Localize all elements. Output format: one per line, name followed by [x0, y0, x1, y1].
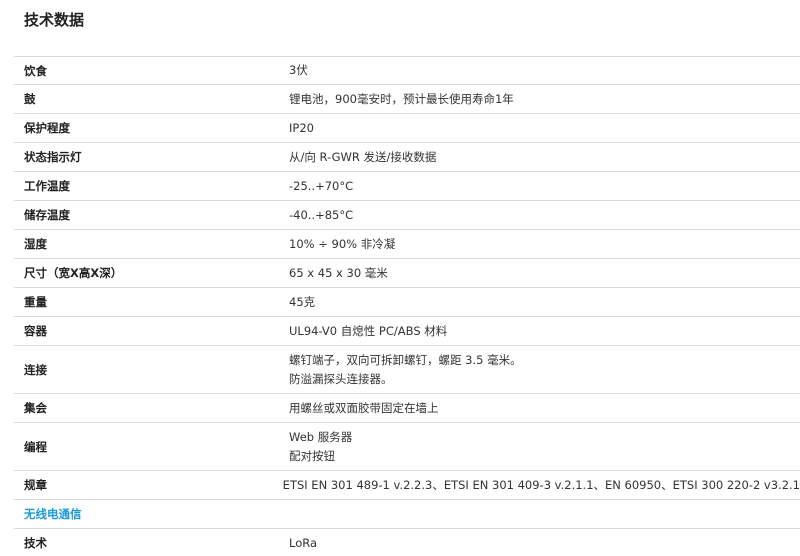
- table-row: 编程 Web 服务器 配对按钮: [14, 423, 800, 471]
- row-value: IP20: [289, 120, 314, 135]
- section-header: 无线电通信: [24, 507, 82, 521]
- table-row: 储存温度 -40..+85°C: [14, 201, 800, 230]
- row-label: 工作温度: [24, 179, 70, 193]
- row-value: 45克: [289, 294, 316, 309]
- table-row: 状态指示灯 从/向 R-GWR 发送/接收数据: [14, 143, 800, 172]
- row-label: 编程: [24, 439, 47, 454]
- row-label: 饮食: [24, 63, 47, 78]
- table-row: 连接 螺钉端子，双向可拆卸螺钉，螺距 3.5 毫米。 防溢漏探头连接器。: [14, 346, 800, 394]
- row-label: 储存温度: [24, 208, 70, 222]
- row-label: 状态指示灯: [24, 150, 82, 164]
- row-value: Web 服务器 配对按钮: [289, 429, 353, 463]
- row-value: ETSI EN 301 489-1 v.2.2.3、ETSI EN 301 40…: [282, 477, 800, 492]
- table-row: 饮食 3伏: [14, 56, 800, 85]
- row-label: 容器: [24, 324, 47, 338]
- row-value: 螺钉端子，双向可拆卸螺钉，螺距 3.5 毫米。 防溢漏探头连接器。: [289, 352, 522, 386]
- row-label: 连接: [24, 362, 47, 377]
- table-row: 保护程度 IP20: [14, 114, 800, 143]
- row-value: UL94-V0 自熄性 PC/ABS 材料: [289, 323, 448, 338]
- row-value: 10% ÷ 90% 非冷凝: [289, 236, 396, 251]
- table-row: 容器 UL94-V0 自熄性 PC/ABS 材料: [14, 317, 800, 346]
- row-label: 规章: [24, 478, 47, 492]
- page-title: 技术数据: [24, 11, 85, 29]
- table-row: 工作温度 -25..+70°C: [14, 172, 800, 201]
- row-value: 从/向 R-GWR 发送/接收数据: [289, 149, 437, 164]
- table-row: 尺寸（宽X高X深） 65 x 45 x 30 毫米: [14, 259, 800, 288]
- row-value: 3伏: [289, 63, 308, 77]
- row-value: 65 x 45 x 30 毫米: [289, 265, 388, 280]
- row-label: 集会: [24, 401, 47, 415]
- row-value: 锂电池，900毫安时，预计最长使用寿命1年: [289, 91, 514, 106]
- row-label: 保护程度: [24, 121, 70, 135]
- row-label: 重量: [24, 295, 47, 309]
- row-value: LoRa: [289, 535, 318, 550]
- row-value: 用螺丝或双面胶带固定在墙上: [289, 400, 439, 415]
- row-label: 鼓: [24, 92, 36, 106]
- row-value: -40..+85°C: [289, 207, 354, 222]
- table-row: 重量 45克: [14, 288, 800, 317]
- row-label: 技术: [24, 536, 47, 550]
- row-value: -25..+70°C: [289, 178, 354, 193]
- spec-table: 饮食 3伏 鼓 锂电池，900毫安时，预计最长使用寿命1年 保护程度 IP20 …: [14, 56, 800, 556]
- row-label: 湿度: [24, 237, 47, 251]
- table-row: 集会 用螺丝或双面胶带固定在墙上: [14, 394, 800, 423]
- row-label: 尺寸（宽X高X深）: [24, 266, 123, 280]
- section-header-row: 无线电通信: [14, 500, 800, 529]
- table-row: 规章 ETSI EN 301 489-1 v.2.2.3、ETSI EN 301…: [14, 471, 800, 500]
- table-row: 湿度 10% ÷ 90% 非冷凝: [14, 230, 800, 259]
- table-row: 技术 LoRa: [14, 529, 800, 556]
- table-row: 鼓 锂电池，900毫安时，预计最长使用寿命1年: [14, 85, 800, 114]
